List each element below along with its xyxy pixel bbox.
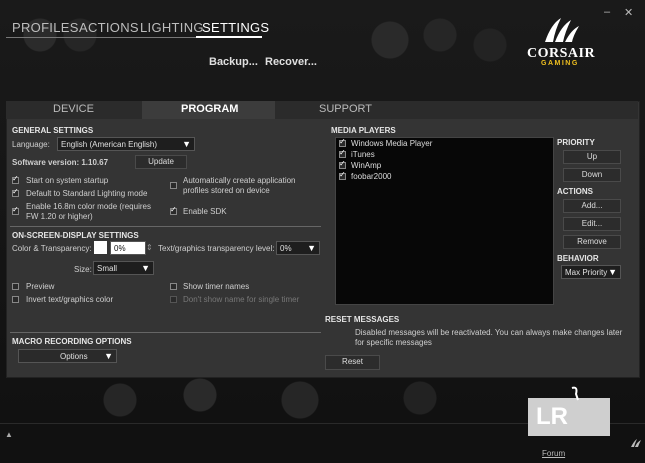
reset-title: RESET MESSAGES — [325, 315, 400, 324]
dont-show-checkbox[interactable] — [170, 296, 177, 303]
sdk-checkbox[interactable] — [170, 205, 177, 215]
corsair-small-icon — [631, 439, 641, 447]
priority-title: PRIORITY — [557, 138, 595, 147]
actions-title: ACTIONS — [557, 187, 593, 196]
remove-button[interactable]: Remove — [563, 235, 621, 249]
preview-checkbox[interactable] — [12, 283, 19, 290]
behavior-value: Max Priority — [565, 268, 608, 277]
dont-show-label: Don't show name for single timer — [183, 295, 300, 304]
invert-checkbox[interactable] — [12, 296, 19, 303]
macro-title: MACRO RECORDING OPTIONS — [12, 337, 132, 346]
language-dropdown[interactable]: English (American English) ▼ — [57, 137, 195, 151]
update-button[interactable]: Update — [135, 155, 187, 169]
minimize-button[interactable]: – — [604, 6, 610, 18]
nav-active-indicator — [196, 36, 262, 38]
auto-profiles-checkbox[interactable] — [170, 182, 177, 189]
priority-down-button[interactable]: Down — [563, 168, 621, 182]
chevron-down-icon: ▼ — [104, 351, 113, 361]
divider — [10, 226, 321, 227]
reset-text-1: Disabled messages will be reactivated. Y… — [355, 328, 623, 337]
reset-text-2: for specific messages — [355, 338, 432, 347]
chevron-down-icon: ▼ — [182, 139, 191, 149]
startup-checkbox[interactable] — [12, 174, 19, 184]
transparency-input[interactable]: 0% — [110, 241, 146, 255]
mouse-cable-icon — [571, 386, 579, 401]
priority-up-button[interactable]: Up — [563, 150, 621, 164]
color-swatch[interactable] — [94, 241, 107, 254]
forum-link[interactable]: Forum — [542, 449, 565, 458]
player-checkbox-itunes[interactable] — [339, 148, 346, 158]
transparency-spinner-icon[interactable]: ⇕ — [146, 243, 153, 252]
tab-program[interactable]: PROGRAM — [181, 103, 238, 115]
watermark-text: LR — [536, 403, 568, 430]
nav-lighting[interactable]: LIGHTING — [140, 20, 204, 35]
expand-icon[interactable]: ▲ — [5, 430, 13, 439]
show-timer-checkbox[interactable] — [170, 283, 177, 290]
list-item[interactable]: foobar2000 — [351, 172, 391, 181]
chevron-down-icon: ▼ — [141, 263, 150, 273]
standard-lighting-label: Default to Standard Lighting mode — [26, 189, 148, 198]
color-mode-label-2: FW 1.20 or higher) — [26, 212, 93, 221]
behavior-dropdown[interactable]: Max Priority ▼ — [561, 265, 621, 279]
nav-settings[interactable]: SETTINGS — [202, 20, 269, 35]
transparency-value: 0% — [114, 244, 126, 253]
macro-options-label: Options — [60, 352, 88, 361]
preview-label: Preview — [26, 282, 55, 291]
auto-profiles-label-2: profiles stored on device — [183, 186, 270, 195]
list-item[interactable]: WinAmp — [351, 161, 381, 170]
tab-support[interactable]: SUPPORT — [319, 103, 372, 115]
list-item[interactable]: iTunes — [351, 150, 375, 159]
software-version: Software version: 1.10.67 — [12, 158, 109, 167]
add-button[interactable]: Add... — [563, 199, 621, 213]
player-checkbox-foobar[interactable] — [339, 170, 346, 180]
tab-device[interactable]: DEVICE — [53, 103, 94, 115]
text-transparency-value: 0% — [280, 244, 292, 253]
color-mode-label: Enable 16.8m color mode (requires — [26, 202, 151, 211]
corsair-sails-icon — [545, 18, 579, 42]
macro-options-dropdown[interactable]: Options ▼ — [18, 349, 117, 363]
divider — [10, 332, 321, 333]
edit-button[interactable]: Edit... — [563, 217, 621, 231]
backup-link[interactable]: Backup... — [209, 56, 258, 68]
auto-profiles-label: Automatically create application — [183, 176, 296, 185]
text-transparency-dropdown[interactable]: 0% ▼ — [276, 241, 320, 255]
show-timer-label: Show timer names — [183, 282, 250, 291]
general-settings-title: GENERAL SETTINGS — [12, 126, 94, 135]
standard-lighting-checkbox[interactable] — [12, 187, 19, 197]
media-players-title: MEDIA PLAYERS — [331, 126, 396, 135]
reset-button[interactable]: Reset — [325, 355, 380, 370]
startup-label: Start on system startup — [26, 176, 109, 185]
chevron-down-icon: ▼ — [608, 267, 617, 277]
nav-actions[interactable]: ACTIONS — [79, 20, 139, 35]
player-checkbox-wmp[interactable] — [339, 137, 346, 147]
language-value: English (American English) — [61, 140, 158, 149]
brand-sub: GAMING — [541, 60, 579, 67]
behavior-title: BEHAVIOR — [557, 254, 599, 263]
text-transparency-label: Text/graphics transparency level: — [158, 244, 275, 253]
size-dropdown[interactable]: Small ▼ — [93, 261, 154, 275]
recover-link[interactable]: Recover... — [265, 56, 317, 68]
language-label: Language: — [12, 140, 50, 149]
nav-profiles[interactable]: PROFILES — [12, 20, 79, 35]
size-label: Size: — [74, 265, 92, 274]
list-item[interactable]: Windows Media Player — [351, 139, 432, 148]
color-mode-checkbox[interactable] — [12, 205, 19, 215]
close-button[interactable]: ✕ — [624, 6, 633, 19]
sdk-label: Enable SDK — [183, 207, 227, 216]
chevron-down-icon: ▼ — [307, 243, 316, 253]
osd-title: ON-SCREEN-DISPLAY SETTINGS — [12, 231, 139, 240]
color-transparency-label: Color & Transparency: — [12, 244, 92, 253]
size-value: Small — [97, 264, 118, 273]
player-checkbox-winamp[interactable] — [339, 159, 346, 169]
invert-label: Invert text/graphics color — [26, 295, 114, 304]
